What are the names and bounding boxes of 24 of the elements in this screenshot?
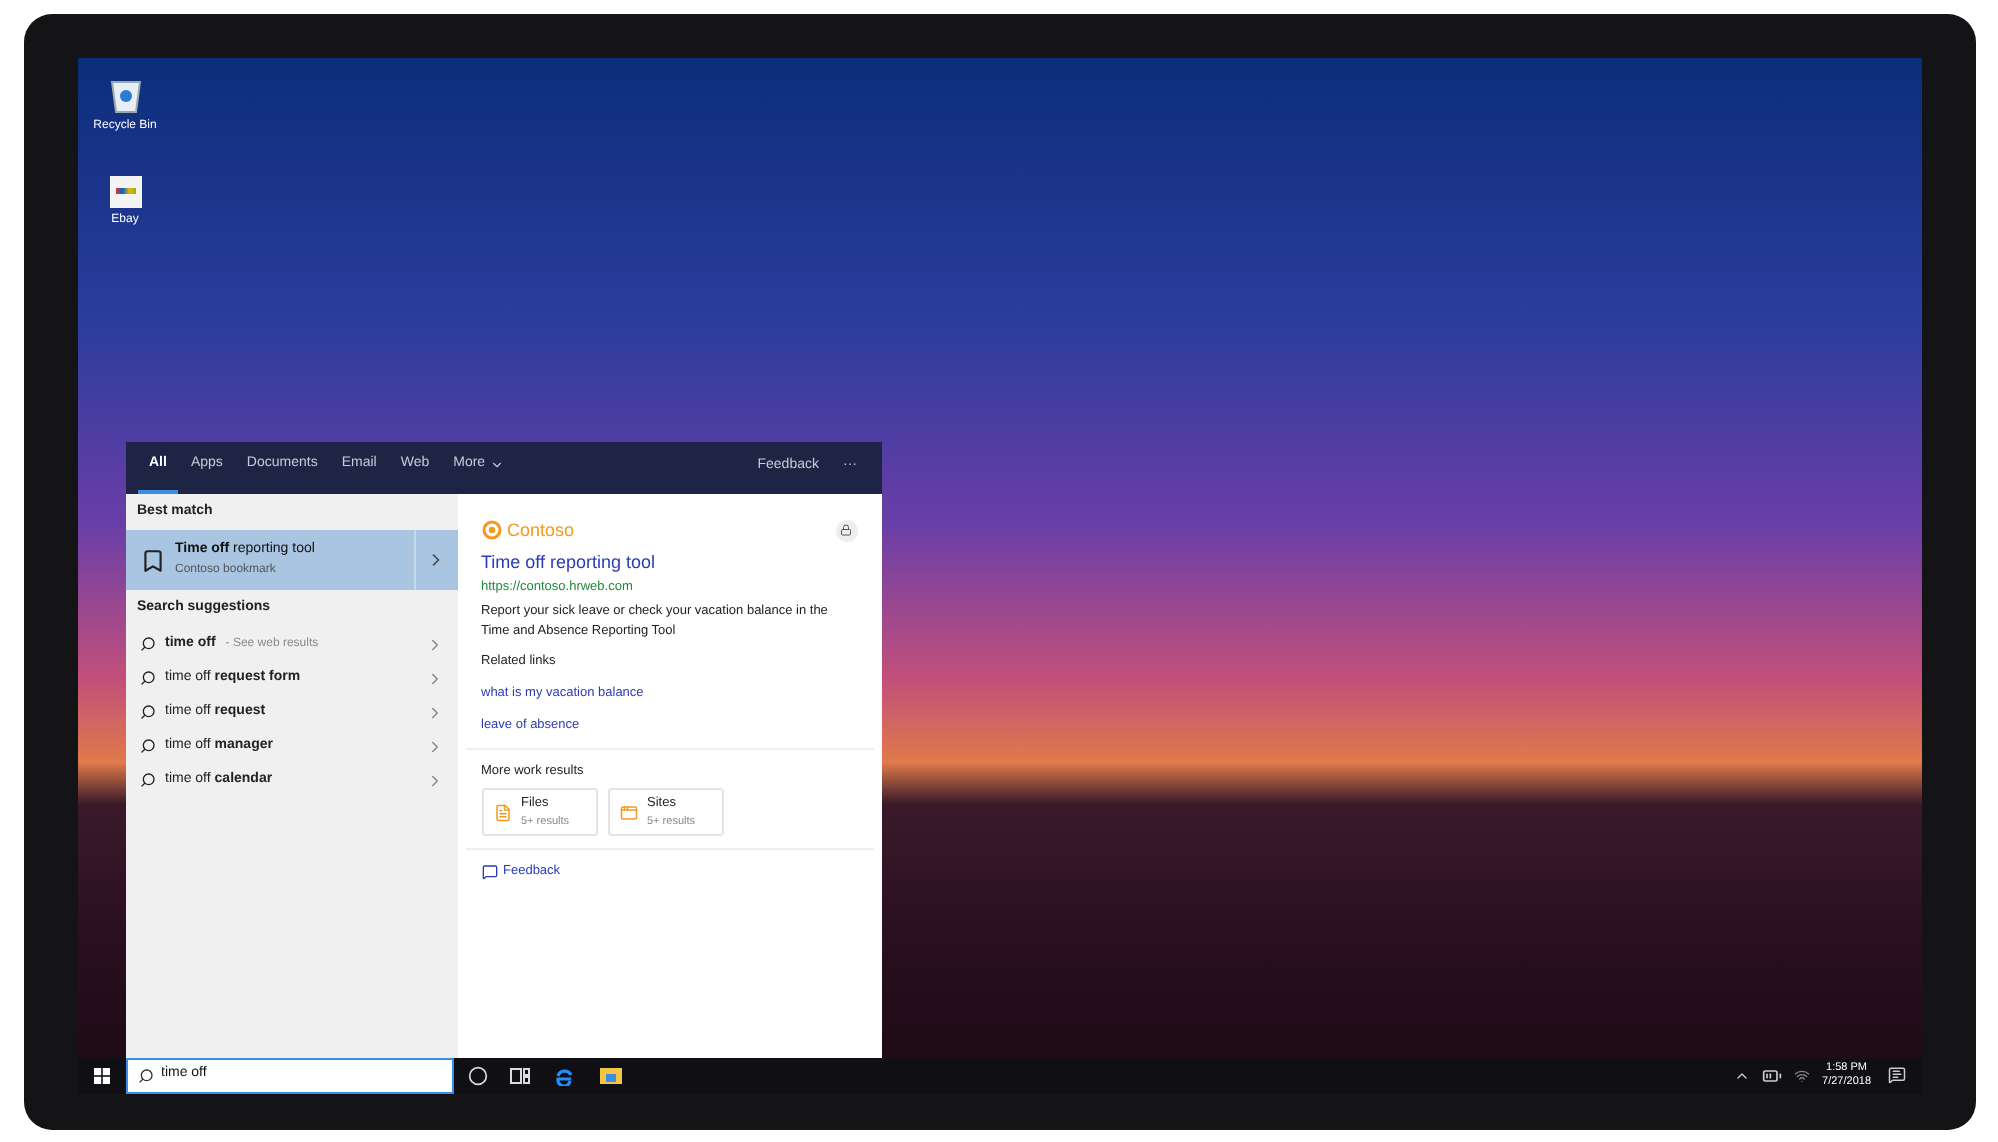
search-icon: [139, 636, 155, 652]
browser-e-icon[interactable]: [553, 1065, 573, 1085]
bookmark-icon: [139, 547, 165, 573]
search-icon: [139, 772, 155, 788]
search-icon: [139, 670, 155, 686]
window-icon: [619, 803, 637, 822]
search-icon: [137, 1067, 153, 1083]
lock-icon: [835, 519, 857, 542]
brand-name: Contoso: [507, 517, 575, 543]
store-shortcut-icon[interactable]: [109, 175, 141, 207]
folder-icon[interactable]: [599, 1066, 621, 1084]
caret-icon: [489, 458, 504, 472]
search-icon: [139, 704, 155, 720]
notification-icon[interactable]: [1887, 1066, 1905, 1084]
file-icon: [493, 803, 511, 822]
result-title-link[interactable]: Time off reporting tool: [481, 550, 857, 577]
task-view-icon[interactable]: [509, 1067, 529, 1083]
windows-logo-icon: [93, 1067, 109, 1083]
battery-icon[interactable]: [1762, 1065, 1783, 1085]
wifi-icon[interactable]: [1794, 1067, 1811, 1083]
feedback-icon: [481, 864, 497, 881]
cortana-circle-icon[interactable]: [467, 1065, 487, 1085]
search-icon: [139, 738, 155, 754]
contoso-logo-icon: [481, 520, 501, 541]
